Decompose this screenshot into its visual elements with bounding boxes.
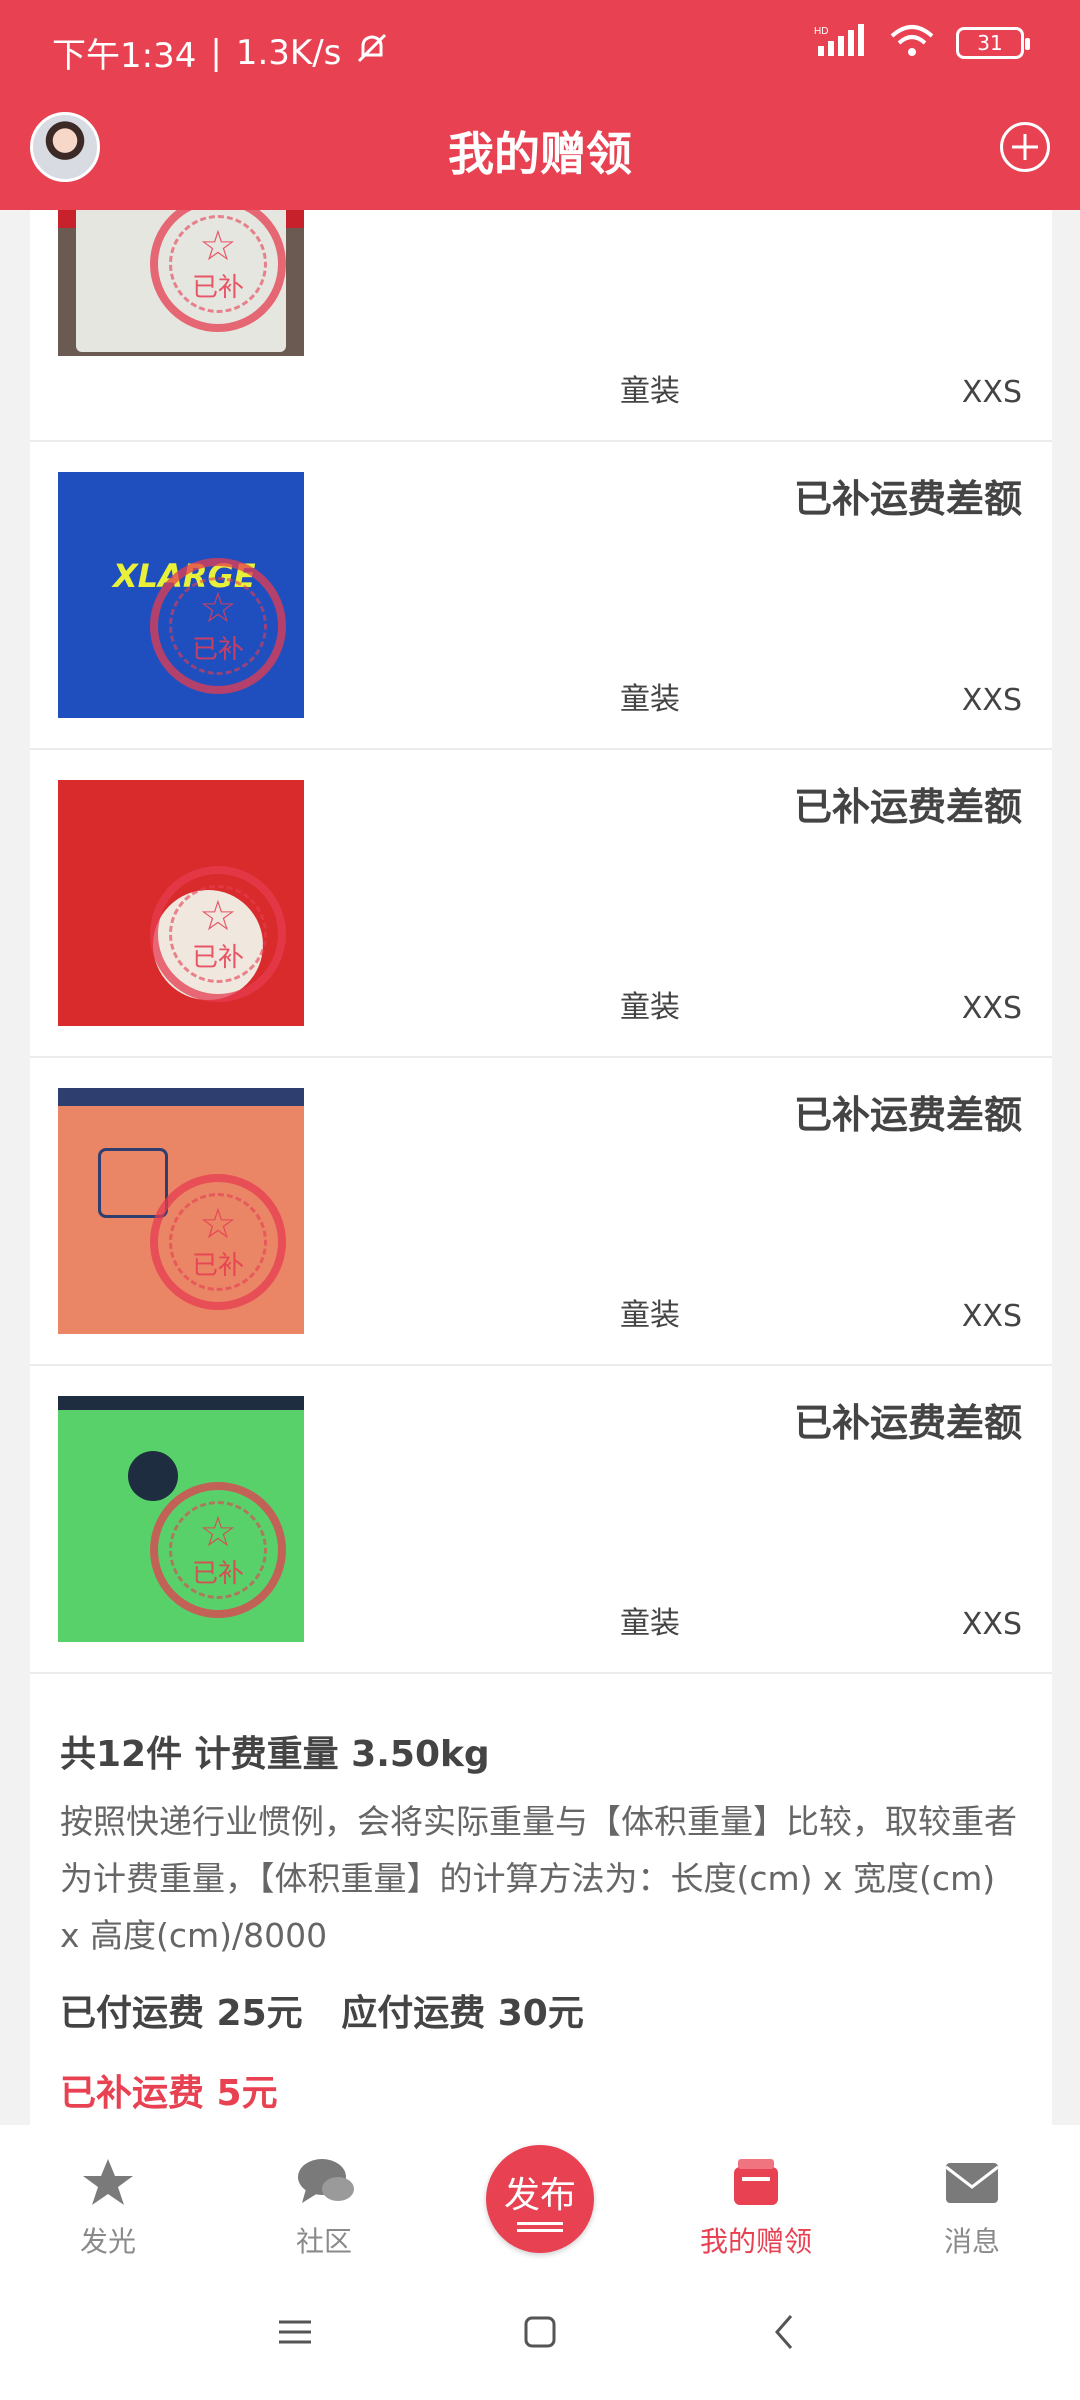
status-network-speed: 1.3K/s xyxy=(235,32,342,73)
home-icon[interactable] xyxy=(520,2312,560,2352)
status-left: 下午1:34 | 1.3K/s xyxy=(52,28,389,77)
item-size: XXS xyxy=(961,683,1022,718)
star-icon xyxy=(80,2155,136,2211)
add-button[interactable] xyxy=(1000,122,1050,172)
tab-community[interactable]: 社区 xyxy=(216,2125,432,2270)
status-time: 下午1:34 xyxy=(52,36,197,76)
publish-label: 发布 xyxy=(503,2175,576,2216)
summary-count: 共12件 计费重量 3.50kg xyxy=(60,1734,490,1775)
app-header: 我的赠领 xyxy=(0,96,1080,210)
tab-messages[interactable]: 消息 xyxy=(864,2125,1080,2270)
gift-icon xyxy=(728,2155,784,2211)
item-category: 童装 xyxy=(620,374,680,409)
item-status: 已补运费差额 xyxy=(793,1401,1022,1445)
item-category: 童装 xyxy=(620,1298,680,1333)
tab-label: 我的赠领 xyxy=(699,2225,812,2258)
chat-icon xyxy=(296,2155,354,2211)
item-status: 已补运费差额 xyxy=(793,477,1022,521)
menu-icon[interactable] xyxy=(275,2312,315,2352)
item-category: 童装 xyxy=(620,682,680,717)
status-separator: | xyxy=(210,32,222,73)
paid-amount: 已付运费 25元 xyxy=(60,1993,303,2034)
item-size: XXS xyxy=(961,375,1022,410)
summary-paid: 已付运费 25元 应付运费 30元 xyxy=(60,1984,1022,2036)
tab-label: 消息 xyxy=(943,2225,1000,2258)
gift-list[interactable]: ☆ 已补 童装 XXS XLARGE ☆ 已补 已补运费差额 童装 XXS ☆ 已补 … xyxy=(30,210,1052,2125)
mute-icon xyxy=(355,31,389,74)
tab-label: 社区 xyxy=(295,2225,352,2258)
status-right: HD 31 xyxy=(814,24,1030,62)
item-thumbnail: ☆ 已补 xyxy=(58,1088,304,1334)
back-icon[interactable] xyxy=(765,2312,805,2352)
item-size: XXS xyxy=(961,991,1022,1026)
publish-button[interactable]: 发布 xyxy=(486,2145,594,2253)
item-status: 已补运费差额 xyxy=(793,785,1022,829)
system-navbar xyxy=(0,2270,1080,2400)
status-bar: 下午1:34 | 1.3K/s HD 31 xyxy=(0,0,1080,96)
item-thumbnail: XLARGE ☆ 已补 xyxy=(58,472,304,718)
summary-explanation: 按照快递行业惯例，会将实际重量与【体积重量】比较，取较重者为计费重量，【体积重量… xyxy=(60,1802,1017,1955)
stamp-badge: ☆ 已补 xyxy=(150,1482,286,1618)
item-size: XXS xyxy=(961,1299,1022,1334)
item-size: XXS xyxy=(961,1607,1022,1642)
stamp-badge: ☆ 已补 xyxy=(150,558,286,694)
item-category: 童装 xyxy=(620,990,680,1025)
publish-icon xyxy=(517,2222,563,2225)
list-item[interactable]: ☆ 已补 已补运费差额 童装 XXS xyxy=(30,750,1052,1058)
item-thumbnail: ☆ 已补 xyxy=(58,1396,304,1642)
shipping-summary: 共12件 计费重量 3.50kg 按照快递行业惯例，会将实际重量与【体积重量】比… xyxy=(30,1675,1052,2116)
mail-icon xyxy=(944,2155,1000,2211)
item-category: 童装 xyxy=(620,1606,680,1641)
battery-level: 31 xyxy=(977,31,1003,55)
list-item[interactable]: ☆ 已补 已补运费差额 童装 XXS xyxy=(30,1366,1052,1674)
list-item[interactable]: ☆ 已补 童装 XXS xyxy=(30,210,1052,442)
stamp-badge: ☆ 已补 xyxy=(150,1174,286,1310)
tab-my-gifts[interactable]: 我的赠领 xyxy=(648,2125,864,2270)
item-status: 已补运费差额 xyxy=(793,1093,1022,1137)
list-item[interactable]: XLARGE ☆ 已补 已补运费差额 童装 XXS xyxy=(30,442,1052,750)
wifi-icon xyxy=(890,24,934,62)
tab-glow[interactable]: 发光 xyxy=(0,2125,216,2270)
signal-icon: HD xyxy=(814,24,868,62)
list-item[interactable]: ☆ 已补 已补运费差额 童装 XXS xyxy=(30,1058,1052,1366)
item-thumbnail: ☆ 已补 xyxy=(58,210,304,356)
hd-label: HD xyxy=(814,26,828,37)
tab-label: 发光 xyxy=(79,2225,136,2258)
stamp-badge: ☆ 已补 xyxy=(150,866,286,1002)
bottom-tabbar: 发光 社区 发布 我的赠领 消息 xyxy=(0,2125,1080,2270)
due-amount: 应付运费 30元 xyxy=(341,1993,584,2034)
extra-paid: 已补运费 5元 xyxy=(60,2073,278,2114)
page-title: 我的赠领 xyxy=(448,127,632,181)
battery-icon: 31 xyxy=(956,27,1030,59)
item-thumbnail: ☆ 已补 xyxy=(58,780,304,1026)
